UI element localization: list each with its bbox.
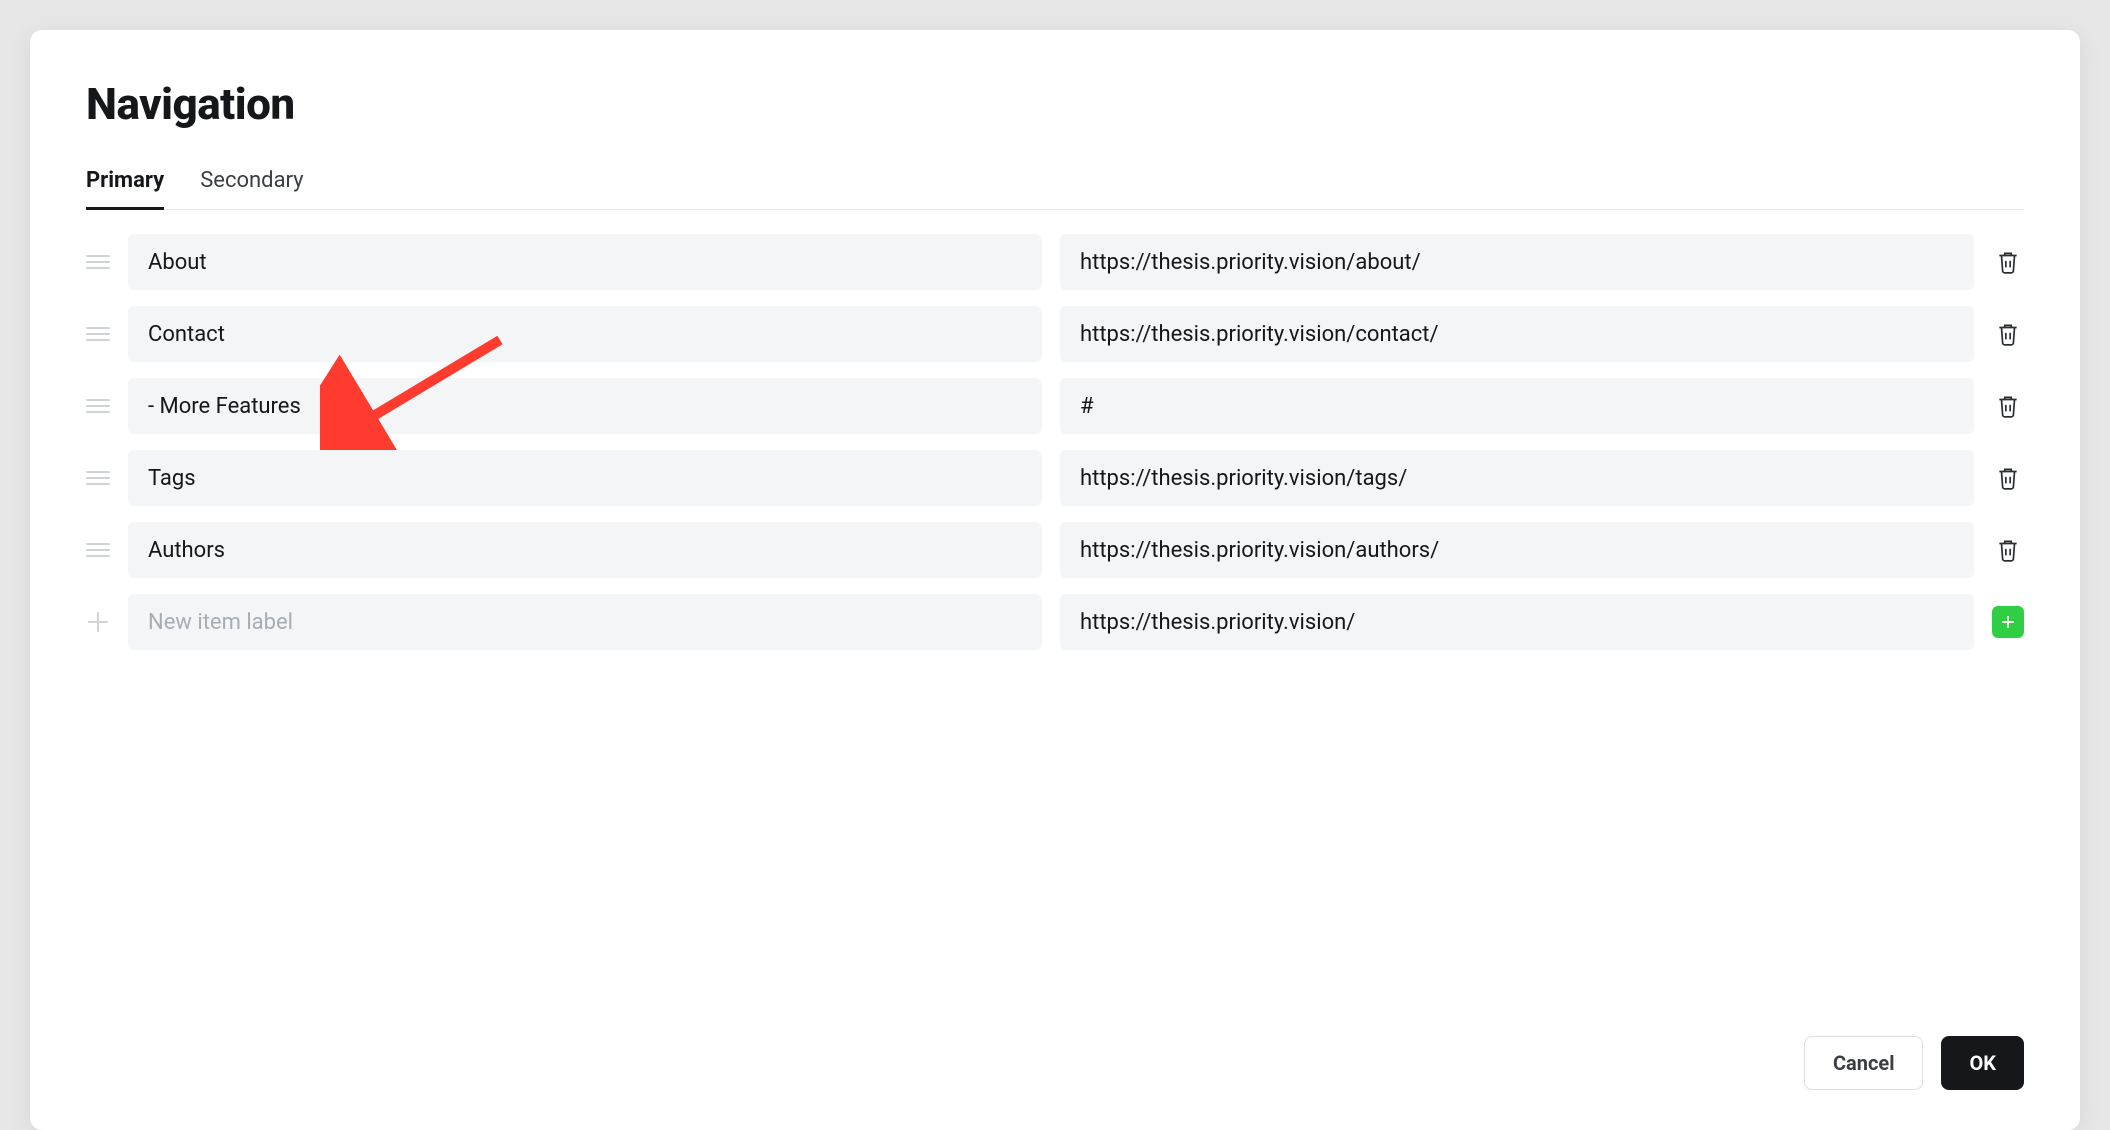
trash-icon <box>1995 249 2021 275</box>
nav-url-input[interactable] <box>1060 234 1974 290</box>
navigation-modal: Navigation Primary Secondary <box>30 30 2080 1130</box>
add-button[interactable] <box>1992 606 2024 638</box>
plus-icon <box>1999 613 2017 631</box>
drag-handle-icon[interactable] <box>86 543 110 557</box>
nav-row <box>86 522 2024 578</box>
tab-primary[interactable]: Primary <box>86 168 164 210</box>
modal-footer: Cancel OK <box>86 996 2024 1090</box>
nav-label-input[interactable] <box>128 234 1042 290</box>
nav-rows <box>86 234 2024 650</box>
ok-button[interactable]: OK <box>1941 1036 2024 1090</box>
nav-url-input[interactable] <box>1060 378 1974 434</box>
nav-label-input[interactable] <box>128 378 1042 434</box>
nav-row <box>86 378 2024 434</box>
nav-label-input[interactable] <box>128 306 1042 362</box>
nav-row <box>86 450 2024 506</box>
nav-row <box>86 234 2024 290</box>
page-title: Navigation <box>86 78 2024 130</box>
drag-handle-icon[interactable] <box>86 399 110 413</box>
nav-label-input[interactable] <box>128 522 1042 578</box>
drag-handle-icon[interactable] <box>86 471 110 485</box>
delete-button[interactable] <box>1992 462 2024 494</box>
plus-placeholder-icon <box>86 611 110 633</box>
drag-handle-icon[interactable] <box>86 255 110 269</box>
new-item-url-input[interactable] <box>1060 594 1974 650</box>
nav-row <box>86 306 2024 362</box>
cancel-button[interactable]: Cancel <box>1804 1036 1924 1090</box>
nav-url-input[interactable] <box>1060 522 1974 578</box>
delete-button[interactable] <box>1992 390 2024 422</box>
tab-secondary[interactable]: Secondary <box>200 168 303 210</box>
delete-button[interactable] <box>1992 534 2024 566</box>
delete-button[interactable] <box>1992 246 2024 278</box>
new-item-label-input[interactable] <box>128 594 1042 650</box>
trash-icon <box>1995 465 2021 491</box>
trash-icon <box>1995 537 2021 563</box>
tabs: Primary Secondary <box>86 168 2024 210</box>
nav-row-new <box>86 594 2024 650</box>
trash-icon <box>1995 321 2021 347</box>
nav-label-input[interactable] <box>128 450 1042 506</box>
nav-url-input[interactable] <box>1060 450 1974 506</box>
delete-button[interactable] <box>1992 318 2024 350</box>
trash-icon <box>1995 393 2021 419</box>
drag-handle-icon[interactable] <box>86 327 110 341</box>
nav-url-input[interactable] <box>1060 306 1974 362</box>
